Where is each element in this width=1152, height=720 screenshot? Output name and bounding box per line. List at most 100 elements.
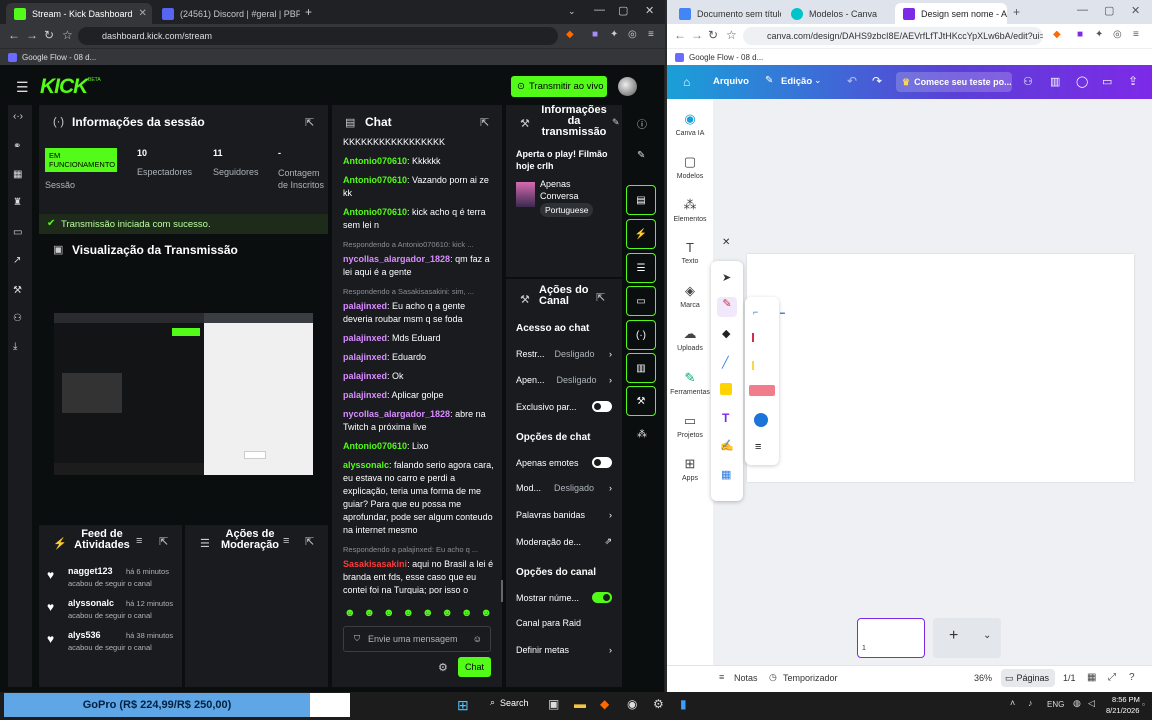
sidebar-item-canva-ia[interactable]: ◉ Canva IA: [667, 111, 713, 137]
sidebar-item-ferramentas[interactable]: ✎ Ferramentas: [667, 370, 713, 396]
tab-search-icon[interactable]: ⌄: [568, 6, 576, 17]
video-icon[interactable]: ▭: [13, 227, 22, 238]
add-page-button[interactable]: + ⌄: [933, 618, 1001, 658]
microphone-icon[interactable]: ♪: [1028, 698, 1033, 708]
sidebar-item-uploads[interactable]: ☁ Uploads: [667, 326, 713, 352]
bookmark-google-flow[interactable]: Google Flow - 08 d...: [22, 53, 96, 62]
clock-date[interactable]: 8/21/2026: [1106, 706, 1139, 715]
emoji-icon[interactable]: ☺: [473, 634, 482, 644]
menu-icon[interactable]: ≡: [648, 29, 654, 40]
extension-icon[interactable]: ■: [1077, 29, 1083, 40]
trophy-icon[interactable]: ♜: [13, 197, 22, 208]
restricted-row[interactable]: Restr... Desligado ›: [516, 349, 612, 359]
settings-gear-icon[interactable]: ⚙: [438, 661, 448, 674]
chat-username[interactable]: palajinxed: [343, 333, 387, 343]
present-icon[interactable]: ▭: [1102, 75, 1112, 88]
sidebar-item-texto[interactable]: T Texto: [667, 240, 713, 265]
sidebar-item-elementos[interactable]: ⁂ Elementos: [667, 197, 713, 223]
extensions-puzzle-icon[interactable]: ✦: [610, 29, 618, 40]
minimize-icon[interactable]: —: [1077, 4, 1088, 16]
file-explorer-icon[interactable]: ▬: [574, 697, 586, 711]
filter-icon[interactable]: ≡: [136, 535, 142, 547]
app-taskbar-icon[interactable]: ▮: [680, 697, 687, 711]
go-live-button[interactable]: ⊙ Transmitir ao vivo: [511, 76, 607, 97]
users-icon[interactable]: ⚇: [13, 313, 22, 324]
rail-list-button[interactable]: ☰: [626, 253, 656, 283]
exclusive-toggle[interactable]: [592, 401, 612, 412]
taskbar-search[interactable]: ⌕ Search: [490, 697, 529, 708]
chat-scrollbar[interactable]: [501, 580, 503, 602]
emotes-toggle[interactable]: [592, 457, 612, 468]
brave-shield-icon[interactable]: ◆: [566, 29, 574, 40]
undo-icon[interactable]: ↶: [847, 74, 857, 88]
tab-google-doc[interactable]: Documento sem título - G: [671, 3, 781, 24]
sticky-note-icon[interactable]: [720, 383, 732, 395]
new-tab-icon[interactable]: +: [1013, 5, 1020, 19]
home-icon[interactable]: ⌂: [683, 75, 690, 89]
emote-icon[interactable]: ☻: [344, 607, 356, 619]
url-field[interactable]: dashboard.kick.com/stream: [78, 27, 558, 45]
emote-icon[interactable]: ☻: [402, 607, 414, 619]
kick-logo[interactable]: KICK: [40, 75, 88, 99]
stream-icon[interactable]: ‹·›: [13, 111, 23, 122]
chat-username[interactable]: palajinxed: [343, 352, 387, 362]
sidebar-item-modelos[interactable]: ▢ Modelos: [667, 154, 713, 180]
notes-button[interactable]: Notas: [734, 673, 758, 683]
apps-icon[interactable]: ⁂: [637, 429, 647, 440]
redo-icon[interactable]: ↷: [872, 74, 882, 88]
extensions-puzzle-icon[interactable]: ✦: [1095, 29, 1103, 40]
windows-start-icon[interactable]: ⊞: [457, 697, 469, 714]
clock-time[interactable]: 8:56 PM: [1112, 695, 1140, 704]
show-number-toggle[interactable]: [592, 592, 612, 603]
close-icon[interactable]: ✕: [139, 8, 147, 19]
language-indicator[interactable]: ENG: [1047, 700, 1064, 709]
signature-icon[interactable]: ✍: [720, 439, 734, 452]
reload-icon[interactable]: ↻: [44, 28, 54, 42]
trial-button[interactable]: ♛ Comece seu teste po...: [896, 72, 1012, 92]
pen-icon[interactable]: ✎: [717, 297, 737, 317]
mod-row[interactable]: Mod... Desligado ›: [516, 483, 612, 493]
task-view-icon[interactable]: ▣: [548, 697, 559, 711]
text-tool-icon[interactable]: T: [722, 411, 729, 425]
forward-icon[interactable]: →: [26, 28, 38, 42]
tray-chevron-icon[interactable]: ˄: [1010, 698, 1015, 708]
reply-context[interactable]: Respondendo a Sasakisasakini: sim, ...: [343, 285, 495, 298]
chat-username[interactable]: nycollas_alargador_1828: [343, 254, 450, 264]
maximize-icon[interactable]: ▢: [1104, 4, 1114, 17]
emote-icon[interactable]: ☻: [480, 607, 492, 619]
people-icon[interactable]: ⚇: [1023, 75, 1033, 88]
banned-words-row[interactable]: Palavras banidas ›: [516, 510, 612, 520]
bookmark-star-icon[interactable]: ☆: [726, 28, 737, 42]
rail-chat-button[interactable]: ▭: [626, 286, 656, 316]
shapes-icon[interactable]: ◆: [722, 327, 730, 340]
chat-username[interactable]: Antonio070610: [343, 207, 407, 217]
stats-icon[interactable]: ▦: [13, 169, 22, 180]
chat-username[interactable]: Antonio070610: [343, 441, 407, 451]
raid-channel-row[interactable]: Canal para Raid: [516, 618, 612, 628]
chat-username[interactable]: alyssonalc: [343, 460, 389, 470]
sidebar-item-apps[interactable]: ⊞ Apps: [667, 456, 713, 482]
pen-tip-icon[interactable]: ⌐: [753, 307, 758, 317]
tab-discord[interactable]: (24561) Discord | #geral | PBPI ✕: [154, 3, 300, 24]
chat-username[interactable]: palajinxed: [343, 390, 387, 400]
pencil-icon[interactable]: ✎: [637, 150, 645, 161]
chat-input[interactable]: ⛉ Envie uma mensagem ☺: [343, 626, 491, 652]
settings-taskbar-icon[interactable]: ⚙: [653, 697, 664, 711]
highlighter-icon[interactable]: [752, 361, 772, 370]
extension-icon[interactable]: ■: [592, 29, 598, 40]
emote-icon[interactable]: ☻: [383, 607, 395, 619]
rail-broadcast-button[interactable]: (·): [626, 320, 656, 350]
brave-shield-icon[interactable]: ◆: [1053, 29, 1061, 40]
reload-icon[interactable]: ↻: [708, 28, 718, 42]
url-field[interactable]: canva.com/design/DAHS9zbcI8E/AEVrfLfTJtH…: [743, 27, 1043, 45]
grid-view-icon[interactable]: ▦: [1087, 672, 1096, 683]
emote-icon[interactable]: ☻: [441, 607, 453, 619]
link-icon[interactable]: ⚭: [13, 141, 21, 152]
chat-username[interactable]: Antonio070610: [343, 175, 407, 185]
rail-layout-button[interactable]: ▥: [626, 353, 656, 383]
rail-bolt-button[interactable]: ⚡: [626, 219, 656, 249]
download-icon[interactable]: ⤓: [13, 341, 17, 352]
info-icon[interactable]: ⓘ: [637, 116, 647, 131]
notification-icon[interactable]: ▫: [1142, 700, 1145, 709]
timer-button[interactable]: Temporizador: [783, 673, 838, 683]
